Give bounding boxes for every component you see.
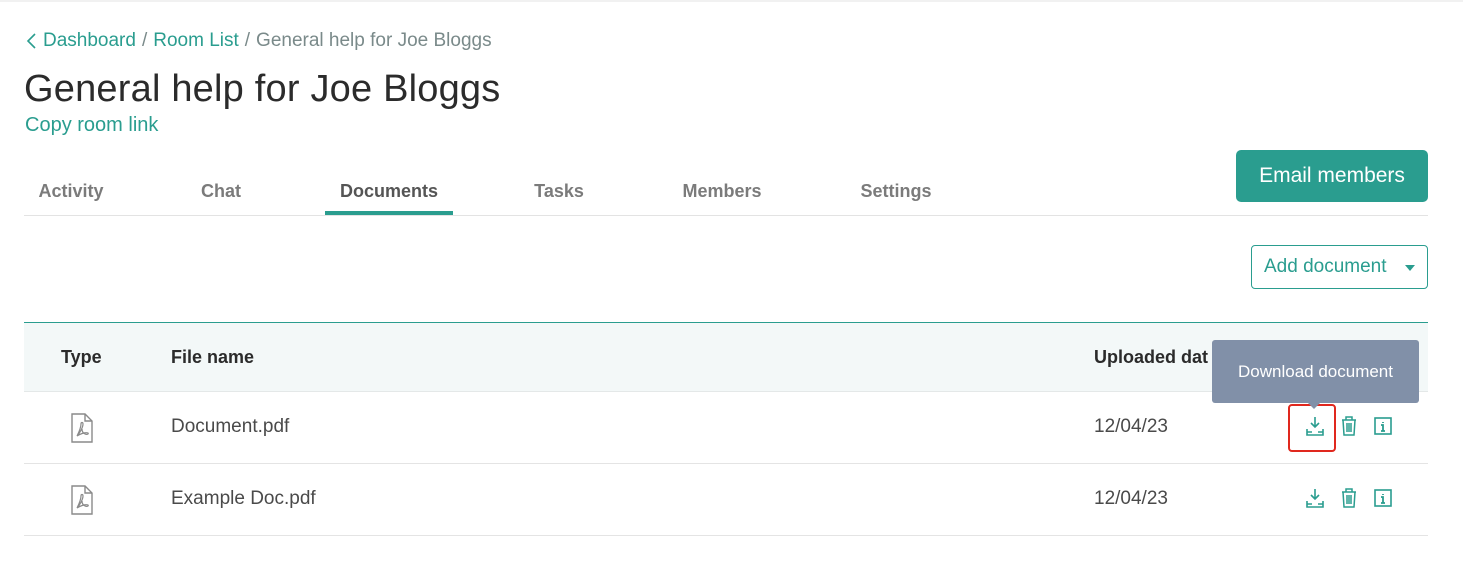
tab-documents[interactable]: Documents	[325, 172, 453, 215]
file-name[interactable]: Document.pdf	[171, 416, 289, 438]
trash-icon[interactable]	[1338, 486, 1360, 510]
add-document-label: Add document	[1264, 256, 1387, 277]
table-row: Example Doc.pdf 12/04/23	[24, 464, 1428, 536]
pdf-icon	[71, 485, 93, 515]
breadcrumb-current: General help for Joe Bloggs	[256, 30, 492, 51]
trash-icon[interactable]	[1338, 414, 1360, 438]
top-divider	[0, 0, 1463, 2]
tab-chat[interactable]: Chat	[200, 172, 242, 215]
room-tabs: Activity Chat Documents Tasks Members Se…	[24, 172, 1428, 216]
tab-tasks[interactable]: Tasks	[534, 172, 584, 215]
file-name[interactable]: Example Doc.pdf	[171, 488, 316, 510]
download-icon[interactable]	[1304, 486, 1326, 510]
add-document-dropdown[interactable]: Add document	[1251, 245, 1428, 289]
column-header-type: Type	[61, 347, 102, 367]
breadcrumb-separator: /	[141, 30, 148, 51]
download-icon[interactable]	[1304, 414, 1326, 438]
breadcrumb-separator: /	[244, 30, 251, 51]
tab-settings[interactable]: Settings	[860, 172, 932, 215]
download-tooltip: Download document	[1212, 340, 1419, 403]
page-title: General help for Joe Bloggs	[24, 68, 501, 110]
caret-down-icon	[1405, 265, 1415, 271]
info-icon[interactable]	[1372, 486, 1394, 510]
tab-members[interactable]: Members	[679, 172, 765, 215]
copy-room-link[interactable]: Copy room link	[25, 114, 158, 137]
pdf-icon	[71, 413, 93, 443]
column-header-file-name: File name	[171, 347, 255, 367]
chevron-left-icon[interactable]	[25, 31, 39, 51]
column-header-uploaded-date: Uploaded dat	[1094, 347, 1209, 367]
uploaded-date: 12/04/23	[1094, 416, 1168, 437]
uploaded-date: 12/04/23	[1094, 488, 1168, 509]
info-icon[interactable]	[1372, 414, 1394, 438]
tooltip-arrow	[1307, 402, 1321, 409]
tab-activity[interactable]: Activity	[38, 172, 104, 215]
breadcrumb-dashboard[interactable]: Dashboard	[43, 30, 136, 52]
breadcrumb-room-list[interactable]: Room List	[153, 30, 239, 52]
breadcrumb: Dashboard / Room List / General help for…	[25, 30, 492, 52]
